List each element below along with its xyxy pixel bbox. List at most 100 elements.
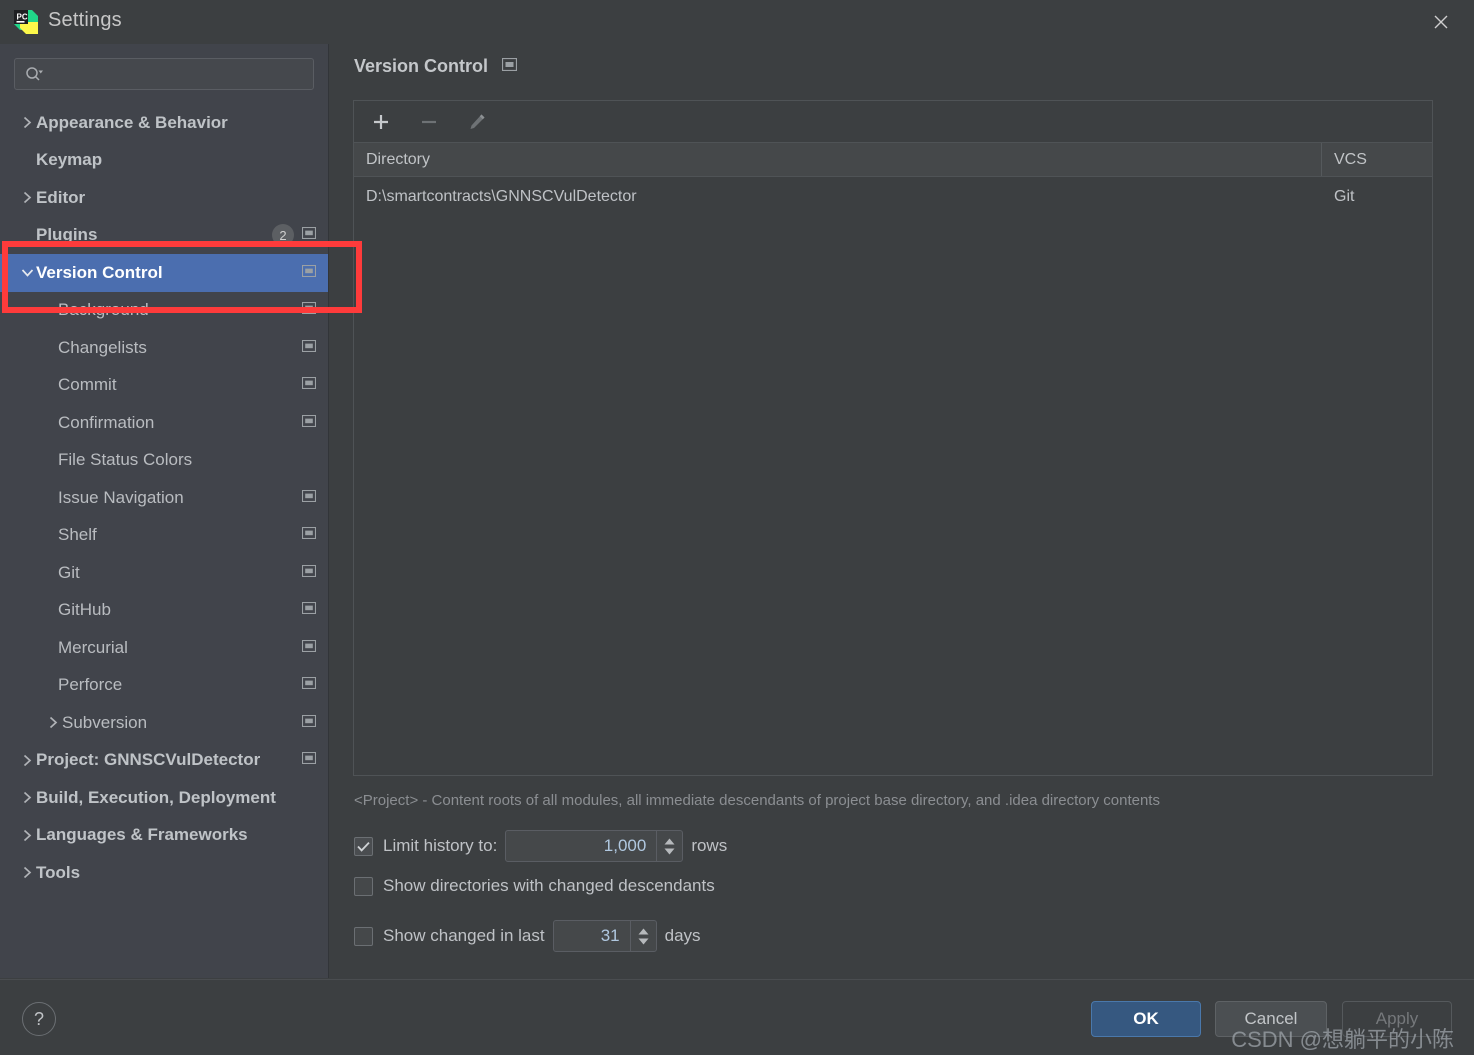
reset-config-icon[interactable] bbox=[301, 489, 317, 507]
sidebar-item-label: Commit bbox=[58, 375, 117, 395]
close-icon[interactable] bbox=[1424, 6, 1458, 38]
sidebar-item-git[interactable]: Git bbox=[0, 554, 328, 592]
sidebar-item-label: Background bbox=[58, 300, 149, 320]
show-directories-checkbox[interactable] bbox=[354, 876, 373, 896]
search-input[interactable] bbox=[45, 66, 313, 82]
vcs-directory-mappings-table: Directory VCS D:\smartcontracts\GNNSCVul… bbox=[353, 100, 1433, 776]
sidebar-item-tools[interactable]: Tools bbox=[0, 854, 328, 892]
pycharm-logo-icon: PC bbox=[12, 8, 40, 36]
chevron-right-icon[interactable] bbox=[18, 864, 36, 882]
sidebar-item-issue-navigation[interactable]: Issue Navigation bbox=[0, 479, 328, 517]
remove-mapping-button[interactable] bbox=[416, 109, 442, 135]
table-row[interactable]: D:\smartcontracts\GNNSCVulDetector Git bbox=[354, 177, 1432, 217]
sidebar-item-label: Subversion bbox=[62, 712, 148, 732]
limit-history-stepper[interactable]: 1,000 bbox=[505, 830, 684, 862]
sidebar-item-shelf[interactable]: Shelf bbox=[0, 517, 328, 555]
sidebar-item-version-control[interactable]: Version Control bbox=[0, 254, 328, 292]
dialog-footer: ? OK Cancel Apply bbox=[0, 979, 1474, 1055]
cancel-button[interactable]: Cancel bbox=[1215, 1001, 1327, 1037]
sidebar-item-file-status-colors[interactable]: File Status Colors bbox=[0, 442, 328, 480]
column-header-directory[interactable]: Directory bbox=[354, 143, 1322, 176]
show-directories-label: Show directories with changed descendant… bbox=[383, 876, 715, 895]
add-mapping-button[interactable] bbox=[368, 109, 394, 135]
reset-config-icon[interactable] bbox=[301, 264, 317, 282]
page-title: Version Control bbox=[354, 56, 489, 76]
limit-history-value[interactable]: 1,000 bbox=[506, 831, 656, 861]
project-scope-hint: <Project> - Content roots of all modules… bbox=[354, 792, 1160, 809]
sidebar-item-label: Editor bbox=[36, 187, 86, 207]
cell-vcs: Git bbox=[1334, 188, 1355, 205]
chevron-down-icon[interactable] bbox=[18, 264, 36, 282]
chevron-right-icon[interactable] bbox=[18, 789, 36, 807]
reset-config-icon[interactable] bbox=[301, 564, 317, 582]
reset-config-icon[interactable] bbox=[301, 301, 317, 319]
limit-history-checkbox[interactable] bbox=[354, 836, 373, 856]
reset-config-icon[interactable] bbox=[501, 57, 518, 76]
sidebar-item-appearance-behavior[interactable]: Appearance & Behavior bbox=[0, 104, 328, 142]
plugins-update-badge: 2 bbox=[272, 224, 294, 247]
show-changed-in-last-checkbox[interactable] bbox=[354, 926, 373, 946]
sidebar-item-plugins[interactable]: Plugins 2 bbox=[0, 217, 328, 255]
sidebar-item-label: Shelf bbox=[58, 525, 97, 545]
show-changed-days-stepper-arrows[interactable] bbox=[629, 921, 656, 951]
show-changed-in-last-label: Show changed in last bbox=[383, 926, 545, 945]
reset-config-icon[interactable] bbox=[301, 601, 317, 619]
sidebar-item-keymap[interactable]: Keymap bbox=[0, 142, 328, 180]
show-directories-option: Show directories with changed descendant… bbox=[354, 876, 715, 896]
sidebar-item-build-execution-deployment[interactable]: Build, Execution, Deployment bbox=[0, 779, 328, 817]
chevron-right-icon[interactable] bbox=[18, 189, 36, 207]
limit-history-suffix: rows bbox=[691, 836, 728, 855]
reset-config-icon[interactable] bbox=[301, 226, 317, 244]
sidebar-item-label: File Status Colors bbox=[58, 450, 193, 470]
search-box[interactable] bbox=[14, 58, 314, 90]
search-area bbox=[0, 44, 328, 90]
sidebar-item-github[interactable]: GitHub bbox=[0, 592, 328, 630]
svg-text:PC: PC bbox=[17, 13, 28, 22]
sidebar-item-editor[interactable]: Editor bbox=[0, 179, 328, 217]
sidebar-item-perforce[interactable]: Perforce bbox=[0, 667, 328, 705]
edit-mapping-button[interactable] bbox=[464, 109, 490, 135]
show-changed-days-value[interactable]: 31 bbox=[554, 921, 630, 951]
panel-header: Version Control bbox=[354, 56, 518, 77]
sidebar-item-confirmation[interactable]: Confirmation bbox=[0, 404, 328, 442]
sidebar-item-label: Mercurial bbox=[58, 637, 128, 657]
table-header-row: Directory VCS bbox=[354, 143, 1432, 177]
reset-config-icon[interactable] bbox=[301, 376, 317, 394]
apply-button: Apply bbox=[1342, 1001, 1452, 1037]
reset-config-icon[interactable] bbox=[301, 751, 317, 769]
settings-sidebar: Appearance & Behavior Keymap Editor Plugins… bbox=[0, 44, 329, 978]
sidebar-item-commit[interactable]: Commit bbox=[0, 367, 328, 405]
ok-button[interactable]: OK bbox=[1091, 1001, 1201, 1037]
title-bar: PC Settings bbox=[0, 0, 1474, 44]
sidebar-item-languages-frameworks[interactable]: Languages & Frameworks bbox=[0, 817, 328, 855]
reset-config-icon[interactable] bbox=[301, 676, 317, 694]
reset-config-icon[interactable] bbox=[301, 714, 317, 732]
sidebar-item-subversion[interactable]: Subversion bbox=[0, 704, 328, 742]
show-changed-days-stepper[interactable]: 31 bbox=[552, 920, 657, 952]
column-header-vcs[interactable]: VCS bbox=[1322, 143, 1432, 176]
sidebar-item-label: Keymap bbox=[36, 150, 103, 170]
sidebar-item-changelists[interactable]: Changelists bbox=[0, 329, 328, 367]
reset-config-icon[interactable] bbox=[301, 414, 317, 432]
sidebar-item-label: Confirmation bbox=[58, 412, 155, 432]
chevron-right-icon[interactable] bbox=[44, 714, 62, 732]
limit-history-stepper-arrows[interactable] bbox=[656, 831, 682, 861]
sidebar-item-project-gnnscvuldetector[interactable]: Project: GNNSCVulDetector bbox=[0, 742, 328, 780]
sidebar-item-label: Changelists bbox=[58, 337, 147, 357]
sidebar-item-mercurial[interactable]: Mercurial bbox=[0, 629, 328, 667]
sidebar-item-background[interactable]: Background bbox=[0, 292, 328, 330]
help-button[interactable]: ? bbox=[22, 1002, 56, 1036]
sidebar-item-label: Languages & Frameworks bbox=[36, 825, 248, 845]
chevron-right-icon[interactable] bbox=[18, 114, 36, 132]
reset-config-icon[interactable] bbox=[301, 526, 317, 544]
sidebar-item-label: Version Control bbox=[36, 262, 163, 282]
reset-config-icon[interactable] bbox=[301, 339, 317, 357]
sidebar-item-label: Issue Navigation bbox=[58, 487, 184, 507]
settings-tree: Appearance & Behavior Keymap Editor Plugins… bbox=[0, 104, 328, 892]
sidebar-item-label: Project: GNNSCVulDetector bbox=[36, 750, 261, 770]
sidebar-item-label: Perforce bbox=[58, 675, 123, 695]
chevron-right-icon[interactable] bbox=[18, 826, 36, 844]
chevron-right-icon[interactable] bbox=[18, 751, 36, 769]
table-toolbar bbox=[354, 101, 1432, 143]
reset-config-icon[interactable] bbox=[301, 639, 317, 657]
